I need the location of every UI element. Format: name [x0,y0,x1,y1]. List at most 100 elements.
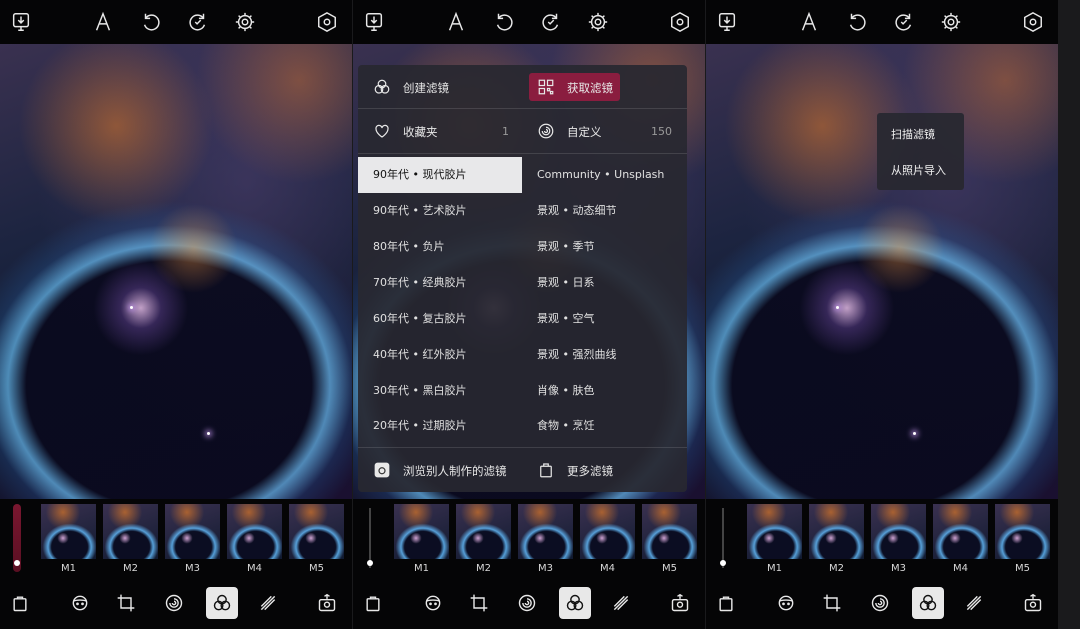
settings-icon[interactable] [584,8,612,36]
filter-group-item[interactable]: Community • Unsplash [522,157,687,193]
compare-icon[interactable] [313,8,341,36]
filter-thumb-m1[interactable] [41,504,96,559]
filter-group-item[interactable]: 20年代 • 过期胶片 [358,408,522,444]
filter-group-item[interactable]: 景观 • 强烈曲线 [522,337,687,373]
bag-icon[interactable] [357,587,389,619]
filter-thumb-m3[interactable] [518,504,573,559]
spiral-icon[interactable] [511,587,543,619]
thumb-label: M1 [394,563,449,574]
bag-icon[interactable] [4,587,36,619]
intensity-slider[interactable] [366,504,374,572]
filter-group-item[interactable]: 60年代 • 复古胶片 [358,301,522,337]
filters-icon[interactable] [559,587,591,619]
spiral-icon[interactable] [158,587,190,619]
filter-group-item[interactable]: 40年代 • 红外胶片 [358,337,522,373]
face-icon[interactable] [64,587,96,619]
filter-group-item[interactable]: 80年代 • 负片 [358,229,522,265]
intensity-slider[interactable] [719,504,727,572]
undo-icon[interactable] [843,8,871,36]
import-from-photo-option[interactable]: 从照片导入 [891,162,946,178]
top-toolbar [353,0,705,44]
text-icon[interactable] [89,8,117,36]
star [130,306,133,309]
browse-others-button[interactable]: 浏览别人制作的滤镜 [403,463,507,479]
filter-strip: M1 M2 M3 M4 M5 [706,499,1058,583]
spiral-icon [537,122,555,140]
filter-thumb-m2[interactable] [456,504,511,559]
filter-thumb-m5[interactable] [642,504,697,559]
filter-group-item[interactable]: 景观 • 动态细节 [522,193,687,229]
photo-canvas[interactable] [0,44,352,499]
face-icon[interactable] [770,587,802,619]
thumb-label: M2 [103,563,158,574]
create-filter-button[interactable]: 创建滤镜 [403,80,449,96]
thumb-label: M2 [809,563,864,574]
get-filter-button[interactable]: 获取滤镜 [529,73,620,101]
filter-group-item[interactable]: 70年代 • 经典胶片 [358,265,522,301]
filter-thumb-m2[interactable] [809,504,864,559]
filter-thumb-m4[interactable] [227,504,282,559]
custom-count: 150 [651,125,672,138]
export-icon[interactable] [664,587,696,619]
bag-icon[interactable] [710,587,742,619]
star [207,432,210,435]
filter-group-item[interactable]: 肖像 • 肤色 [522,373,687,409]
bag-icon [537,461,555,479]
scan-filter-option[interactable]: 扫描滤镜 [891,126,935,142]
filter-group-item[interactable]: 90年代 • 艺术胶片 [358,193,522,229]
filter-thumb-m3[interactable] [871,504,926,559]
star [836,306,839,309]
filter-thumb-m3[interactable] [165,504,220,559]
top-toolbar [0,0,352,44]
import-icon[interactable] [713,8,741,36]
import-icon[interactable] [360,8,388,36]
editor-panel-1: M1 M2 M3 M4 M5 [0,0,352,629]
filter-thumb-m1[interactable] [747,504,802,559]
settings-icon[interactable] [231,8,259,36]
favorites-item[interactable]: 收藏夹 [403,124,438,140]
get-filter-popup: 扫描滤镜 从照片导入 [877,113,964,190]
settings-icon[interactable] [937,8,965,36]
heal-icon[interactable] [605,587,637,619]
intensity-slider[interactable] [13,504,21,572]
export-icon[interactable] [311,587,343,619]
redo-icon[interactable] [184,8,212,36]
filter-thumb-m4[interactable] [933,504,988,559]
filter-group-item[interactable]: 景观 • 空气 [522,301,687,337]
filter-thumb-m1[interactable] [394,504,449,559]
filter-group-item[interactable]: 食物 • 烹饪 [522,408,687,444]
compare-icon[interactable] [1019,8,1047,36]
filter-thumb-m5[interactable] [995,504,1050,559]
filter-group-item[interactable]: 90年代 • 现代胶片 [358,157,522,193]
heart-icon [373,122,391,140]
redo-icon[interactable] [890,8,918,36]
text-icon[interactable] [795,8,823,36]
crop-icon[interactable] [816,587,848,619]
compare-icon[interactable] [666,8,694,36]
filters-icon[interactable] [912,587,944,619]
redo-icon[interactable] [537,8,565,36]
export-icon[interactable] [1017,587,1049,619]
filter-thumb-m2[interactable] [103,504,158,559]
custom-item[interactable]: 自定义 [567,124,602,140]
import-icon[interactable] [7,8,35,36]
undo-icon[interactable] [490,8,518,36]
thumb-label: M3 [165,563,220,574]
filter-group-item[interactable]: 景观 • 季节 [522,229,687,265]
filters-icon[interactable] [206,587,238,619]
heal-icon[interactable] [252,587,284,619]
undo-icon[interactable] [137,8,165,36]
filter-group-item[interactable]: 景观 • 日系 [522,265,687,301]
crop-icon[interactable] [110,587,142,619]
filter-thumb-m5[interactable] [289,504,344,559]
heal-icon[interactable] [958,587,990,619]
filter-group-item[interactable]: 30年代 • 黑白胶片 [358,373,522,409]
more-filters-button[interactable]: 更多滤镜 [567,463,613,479]
bottom-toolbar [706,583,1058,629]
crop-icon[interactable] [463,587,495,619]
face-icon[interactable] [417,587,449,619]
text-icon[interactable] [442,8,470,36]
filter-thumb-m4[interactable] [580,504,635,559]
thumb-label: M3 [871,563,926,574]
spiral-icon[interactable] [864,587,896,619]
